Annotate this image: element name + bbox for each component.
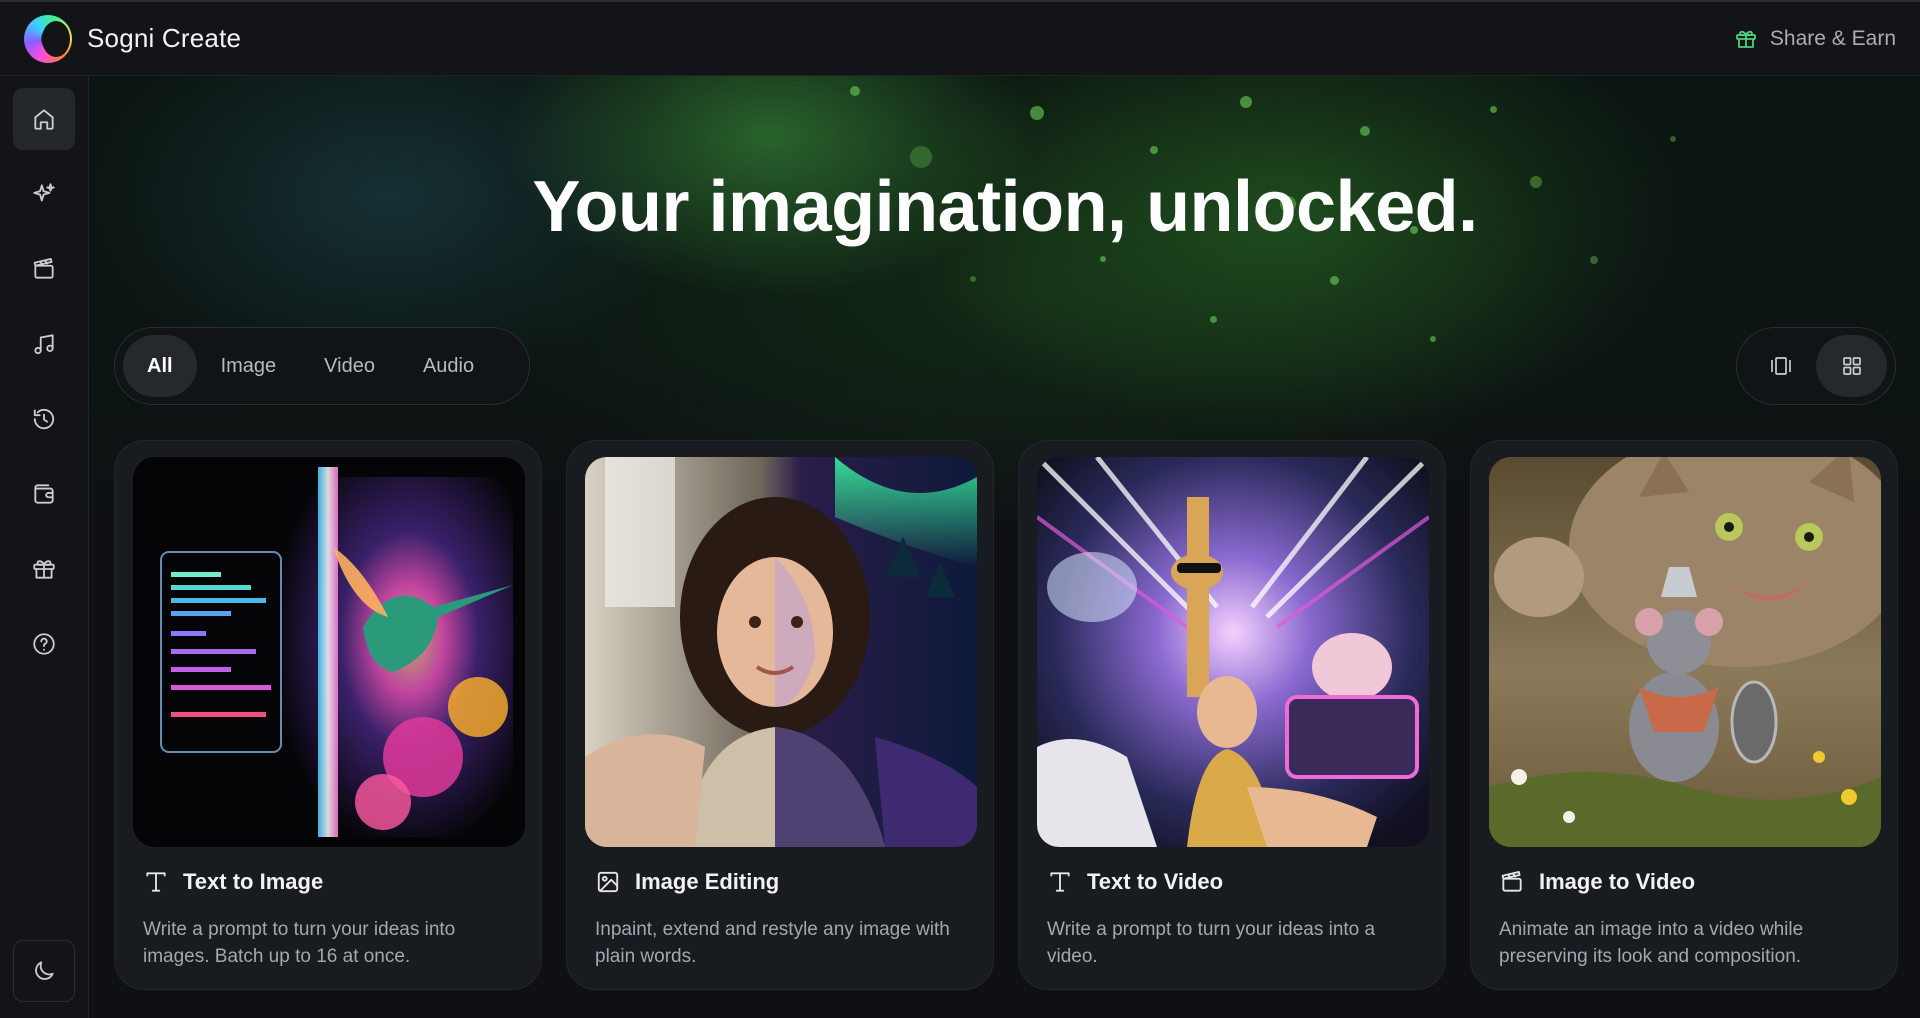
clapperboard-icon [1501,871,1522,892]
help-icon [33,633,55,655]
gift-icon [1736,30,1756,48]
card-description: Inpaint, extend and restyle any image wi… [595,919,950,967]
card-title-row: Text to Image [143,869,323,895]
sidebar-item-help[interactable] [13,613,75,675]
share-and-earn-button[interactable]: Share & Earn [1734,27,1896,51]
filter-tab-image[interactable]: Image [197,335,301,397]
card-title: Text to Image [183,869,324,894]
category-filter-bar: All Image Video Audio [114,327,530,405]
card-text-to-image[interactable]: Text to Image Write a prompt to turn you… [114,440,542,990]
card-thumbnail-cat-and-mouse [1489,457,1881,847]
history-icon [33,408,55,430]
card-description: Animate an image into a video while pres… [1499,919,1804,967]
top-bar: Sogni Create Share & Earn [0,0,1920,76]
card-description: Write a prompt to turn your ideas into a… [1047,919,1376,967]
grid-view-button[interactable] [1816,335,1887,397]
theme-toggle-button[interactable] [13,940,75,1002]
sogni-logo-icon[interactable] [24,14,72,63]
sidebar-item-rewards[interactable] [13,538,75,600]
card-title: Text to Video [1087,869,1224,894]
sidebar-item-history[interactable] [13,388,75,450]
sidebar-item-home[interactable] [13,88,75,150]
card-thumbnail-selfie-woman [585,457,977,847]
music-note-icon [34,334,54,355]
hero-title: Your imagination, unlocked. [532,167,1478,247]
sidebar-item-sparkle[interactable] [13,163,75,225]
text-icon [1050,872,1070,892]
home-icon [34,109,54,130]
sidebar-item-audio[interactable] [13,313,75,375]
sparkle-icon [33,183,55,202]
sidebar-item-video[interactable] [13,238,75,300]
gift-icon [33,560,55,579]
carousel-view-button[interactable] [1745,335,1816,397]
grid-icon [1842,357,1861,375]
share-and-earn-label: Share & Earn [1769,26,1896,50]
filter-tab-video[interactable]: Video [300,335,399,397]
card-title: Image Editing [635,869,780,894]
filter-tab-all[interactable]: All [123,335,197,397]
card-text-to-video[interactable]: Text to Video Write a prompt to turn you… [1018,440,1446,990]
card-title-row: Image Editing [595,869,779,895]
card-image-editing[interactable]: Image Editing Inpaint, extend and restyl… [566,440,994,990]
card-thumbnail-space-party [1037,457,1429,847]
filter-tab-audio[interactable]: Audio [399,335,498,397]
image-icon [597,871,619,893]
card-description: Write a prompt to turn your ideas into i… [143,919,456,967]
card-title-row: Text to Video [1047,869,1223,895]
sidebar-item-wallet[interactable] [13,463,75,525]
wallet-icon [34,484,54,504]
card-thumbnail-hummingbird [133,457,525,847]
app-title: Sogni Create [87,23,242,53]
main-content: Your imagination, unlocked. All Image Vi… [90,76,1920,1018]
text-icon [146,872,166,892]
clapperboard-icon [33,258,54,279]
card-title: Image to Video [1539,869,1696,894]
sidebar [0,76,89,1018]
card-title-row: Image to Video [1499,869,1695,895]
carousel-icon [1770,357,1791,375]
card-image-to-video[interactable]: Image to Video Animate an image into a v… [1470,440,1898,990]
view-toggle [1736,327,1896,405]
moon-icon [35,961,54,980]
